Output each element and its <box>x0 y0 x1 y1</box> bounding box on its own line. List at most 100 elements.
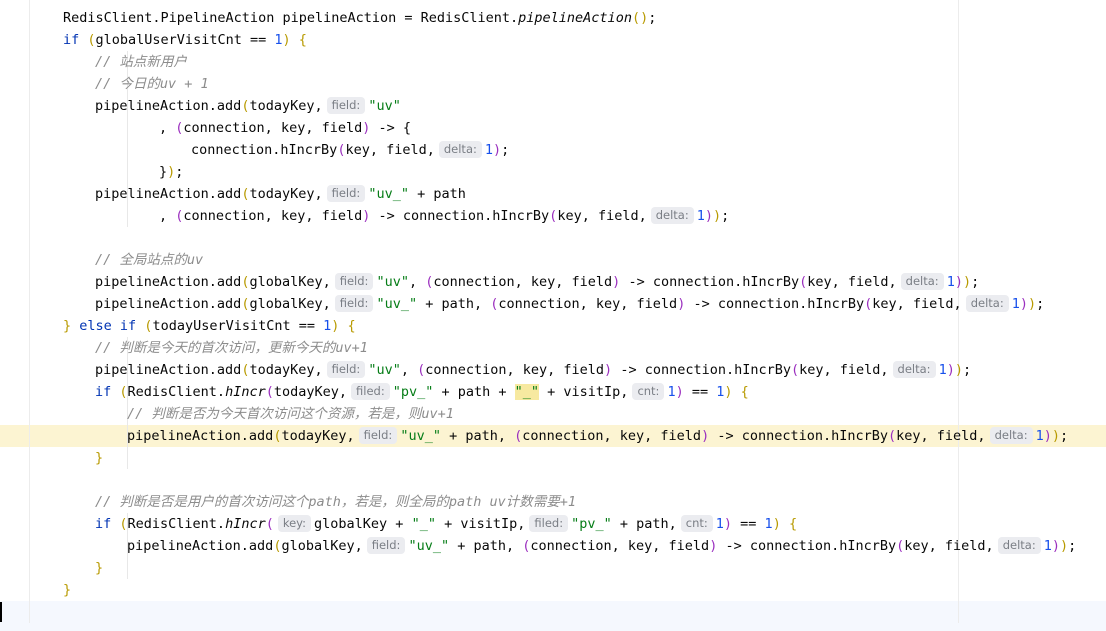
code-token: ( <box>119 516 128 532</box>
code-token: "uv_" <box>408 538 450 554</box>
code-token: "uv" <box>368 98 401 114</box>
code-line[interactable]: }); <box>159 161 183 183</box>
code-line[interactable]: } <box>63 579 71 601</box>
code-token: ; <box>971 274 980 290</box>
code-token: globalKey, <box>249 296 331 312</box>
code-token: ) <box>675 384 684 400</box>
code-token: ) <box>946 362 955 378</box>
code-line[interactable]: RedisClient.PipelineAction pipelineActio… <box>63 7 656 29</box>
parameter-hint: field: <box>358 427 398 444</box>
code-token: ( <box>119 384 128 400</box>
code-token: if <box>95 384 120 400</box>
code-editor[interactable]: RedisClient.PipelineAction pipelineActio… <box>0 0 1106 631</box>
code-token: key, field, <box>807 274 897 290</box>
code-token: 1 <box>715 516 724 532</box>
code-token: 1 <box>938 362 947 378</box>
current-line <box>0 601 1106 631</box>
code-token: ; <box>721 208 730 224</box>
code-token: ) { <box>724 384 749 400</box>
code-token: ( <box>265 516 274 532</box>
code-line[interactable]: // 今日的uv + 1 <box>95 73 209 95</box>
code-line[interactable]: pipelineAction.add(todayKey, field: "uv_" … <box>95 183 466 205</box>
code-line[interactable]: pipelineAction.add(todayKey, field: "uv_" … <box>127 425 1068 447</box>
code-token: -> { <box>370 120 411 136</box>
code-token: ) <box>604 362 613 378</box>
parameter-hint: key: <box>277 515 312 532</box>
code-token: "uv_" <box>400 428 441 444</box>
code-token: "pv_" <box>392 384 434 400</box>
code-token: } <box>95 450 104 466</box>
code-token: hIncr <box>225 516 266 532</box>
code-token: -> connection.hIncrBy <box>612 362 791 378</box>
code-token: pipelineAction.add <box>95 274 242 290</box>
code-line[interactable]: , (connection, key, field) -> connection… <box>159 205 729 227</box>
code-token: "pv_" <box>571 516 612 532</box>
code-line[interactable]: , (connection, key, field) -> { <box>159 117 411 139</box>
code-line[interactable]: pipelineAction.add(todayKey, field: "uv" <box>95 95 401 117</box>
code-line[interactable]: // 判断是否为今天首次访问这个资源，若是，则uv+1 <box>127 403 454 425</box>
code-line[interactable]: } else if (todayUserVisitCnt == 1) { <box>63 315 356 337</box>
code-token: RedisClient. <box>127 384 226 400</box>
code-token: connection, key, field <box>425 362 605 378</box>
code-line[interactable]: if (globalUserVisitCnt == 1) { <box>63 29 307 51</box>
code-token: pipelineAction.add <box>95 186 242 202</box>
parameter-hint: field: <box>334 295 374 312</box>
code-line[interactable]: pipelineAction.add(globalKey, field: "uv_"… <box>127 535 1076 557</box>
parameter-hint: delta: <box>892 361 936 378</box>
code-token: pipelineAction.add <box>95 98 242 114</box>
code-token: ) <box>954 274 963 290</box>
code-token: globalKey + <box>314 516 412 532</box>
code-token: key, field, <box>896 428 986 444</box>
code-token: -> connection.hIncrBy <box>717 538 897 554</box>
code-token: + visitIp, <box>539 384 629 400</box>
code-token: ) <box>704 208 714 224</box>
code-token: } <box>95 560 104 576</box>
code-line[interactable]: // 站点新用户 <box>95 51 187 73</box>
code-token: todayKey, <box>249 362 323 378</box>
code-line[interactable]: pipelineAction.add(todayKey, field: "uv", … <box>95 359 971 381</box>
code-token: + visitIp, <box>435 516 526 532</box>
parameter-hint: filed: <box>351 383 390 400</box>
code-token: + path, <box>611 516 677 532</box>
code-line[interactable]: pipelineAction.add(globalKey, field: "uv_"… <box>95 293 1044 315</box>
code-token: pipelineAction <box>518 10 632 26</box>
parameter-hint: cnt: <box>680 515 713 532</box>
code-token: "_" <box>514 384 540 400</box>
code-line[interactable]: if (RedisClient.hIncr(todayKey, filed: "pv… <box>95 381 749 403</box>
code-token: todayKey, <box>273 384 348 400</box>
code-token: key, field, <box>799 362 889 378</box>
code-token: ) <box>713 208 722 224</box>
code-token: ( <box>791 362 800 378</box>
parameter-hint: delta: <box>989 427 1033 444</box>
code-token: 1 <box>667 384 676 400</box>
code-token: "uv" <box>368 362 401 378</box>
code-token: , <box>159 120 176 136</box>
parameter-hint: field: <box>334 273 374 290</box>
parameter-hint: delta: <box>997 537 1041 554</box>
code-token: "uv_" <box>368 186 409 202</box>
code-line[interactable]: pipelineAction.add(globalKey, field: "uv",… <box>95 271 979 293</box>
code-token: , <box>159 208 176 224</box>
code-token: ) <box>1051 428 1060 444</box>
code-token: connection, key, field <box>530 538 710 554</box>
code-line[interactable]: // 全局站点的uv <box>95 249 203 271</box>
parameter-hint: filed: <box>529 515 569 532</box>
code-line[interactable]: } <box>95 557 103 579</box>
code-token: pipelineAction.add <box>95 296 242 312</box>
code-token: 1 <box>484 142 494 158</box>
code-token: if <box>95 516 120 532</box>
code-line[interactable]: // 判断是今天的首次访问，更新今天的uv+1 <box>95 337 368 359</box>
code-line[interactable]: connection.hIncrBy(key, field, delta: 1); <box>191 139 509 161</box>
code-line[interactable]: if (RedisClient.hIncr(key: globalKey + "_… <box>95 513 797 535</box>
code-token: else if <box>79 318 145 334</box>
code-token: -> connection.hIncrBy <box>620 274 800 290</box>
code-token: "uv" <box>376 274 409 290</box>
code-token: pipelineAction.add <box>127 538 274 554</box>
code-token: ) <box>1019 296 1028 312</box>
code-line[interactable]: // 判断是否是用户的首次访问这个path，若是，则全局的path uv计数需要… <box>95 491 576 513</box>
code-token: todayKey, <box>281 428 355 444</box>
code-token: connection, key, field <box>522 428 702 444</box>
code-token: ; <box>962 362 972 378</box>
parameter-hint: field: <box>326 185 366 202</box>
code-line[interactable]: } <box>95 447 103 469</box>
